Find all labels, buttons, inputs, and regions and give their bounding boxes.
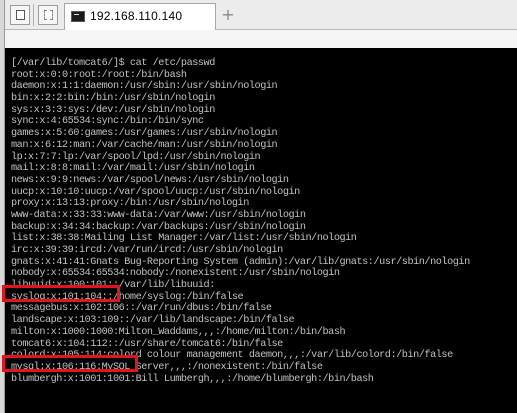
terminal-line: nobody:x:65534:65534:nobody:/nonexistent…	[11, 268, 340, 280]
terminal-line: list:x:38:38:Mailing List Manager:/var/l…	[11, 233, 357, 245]
terminal-line: proxy:x:13:13:proxy:/bin:/usr/sbin/nolog…	[11, 198, 249, 210]
toolbar-gap	[5, 30, 517, 48]
terminal-line: daemon:x:1:1:daemon:/usr/sbin:/usr/sbin/…	[11, 81, 278, 93]
terminal-line: tomcat6:x:104:112::/usr/share/tomcat6:/b…	[11, 338, 283, 350]
tab-bar: 192.168.110.140 +	[5, 0, 517, 31]
terminal-line: games:x:5:60:games:/usr/games:/usr/sbin/…	[11, 128, 278, 140]
new-window-button[interactable]	[38, 5, 58, 25]
terminal-line: bin:x:2:2:bin:/bin:/usr/sbin/nologin	[11, 93, 215, 105]
window-icon	[44, 10, 53, 20]
terminal-line-milton: milton:x:1000:1000:Milton_Waddams,,,:/ho…	[11, 326, 346, 338]
terminal-line: lp:x:7:7:lp:/var/spool/lpd:/usr/sbin/nol…	[11, 151, 261, 163]
add-tab-button[interactable]: +	[220, 5, 236, 25]
session-tab-title: 192.168.110.140	[90, 9, 183, 23]
terminal-icon	[71, 11, 85, 22]
terminal-lines: [/var/lib/tomcat6/]$ cat /etc/passwd roo…	[11, 58, 470, 385]
panel-icon	[16, 10, 25, 20]
terminal-line-blumbergh: blumbergh:x:1001:1001:Bill Lumbergh,,,:/…	[11, 373, 374, 385]
terminal-line: www-data:x:33:33:www-data:/var/www:/usr/…	[11, 209, 306, 221]
terminal-line: gnats:x:41:41:Gnats Bug-Reporting System…	[11, 256, 470, 268]
terminal-line: mail:x:8:8:mail:/var/mail:/usr/sbin/nolo…	[11, 163, 255, 175]
terminal-line: man:x:6:12:man:/var/cache/man:/usr/sbin/…	[11, 139, 278, 151]
terminal-line: messagebus:x:102:106::/var/run/dbus:/bin…	[11, 303, 272, 315]
terminal-line: news:x:9:9:news:/var/spool/news:/usr/sbi…	[11, 174, 289, 186]
highlight-box-blumbergh	[2, 355, 138, 372]
terminal-line: root:x:0:0:root:/root:/bin/bash	[11, 69, 187, 81]
tab-bar-divider	[33, 4, 34, 26]
terminal-line: backup:x:34:34:backup:/var/backups:/usr/…	[11, 221, 306, 233]
terminal-line: uucp:x:10:10:uucp:/var/spool/uucp:/usr/s…	[11, 186, 300, 198]
terminal-line: landscape:x:103:109::/var/lib/landscape:…	[11, 315, 295, 327]
session-tab[interactable]: 192.168.110.140	[64, 3, 216, 31]
terminal-line: sys:x:3:3:sys:/dev:/usr/sbin/nologin	[11, 104, 215, 116]
panel-toggle-button[interactable]	[10, 5, 30, 25]
terminal-line: sync:x:4:65534:sync:/bin:/bin/sync	[11, 116, 204, 128]
terminal-line: [/var/lib/tomcat6/]$ cat /etc/passwd	[11, 58, 215, 69]
terminal-line: irc:x:39:39:ircd:/var/run/ircd:/usr/sbin…	[11, 245, 283, 256]
highlight-box-milton	[2, 285, 120, 302]
